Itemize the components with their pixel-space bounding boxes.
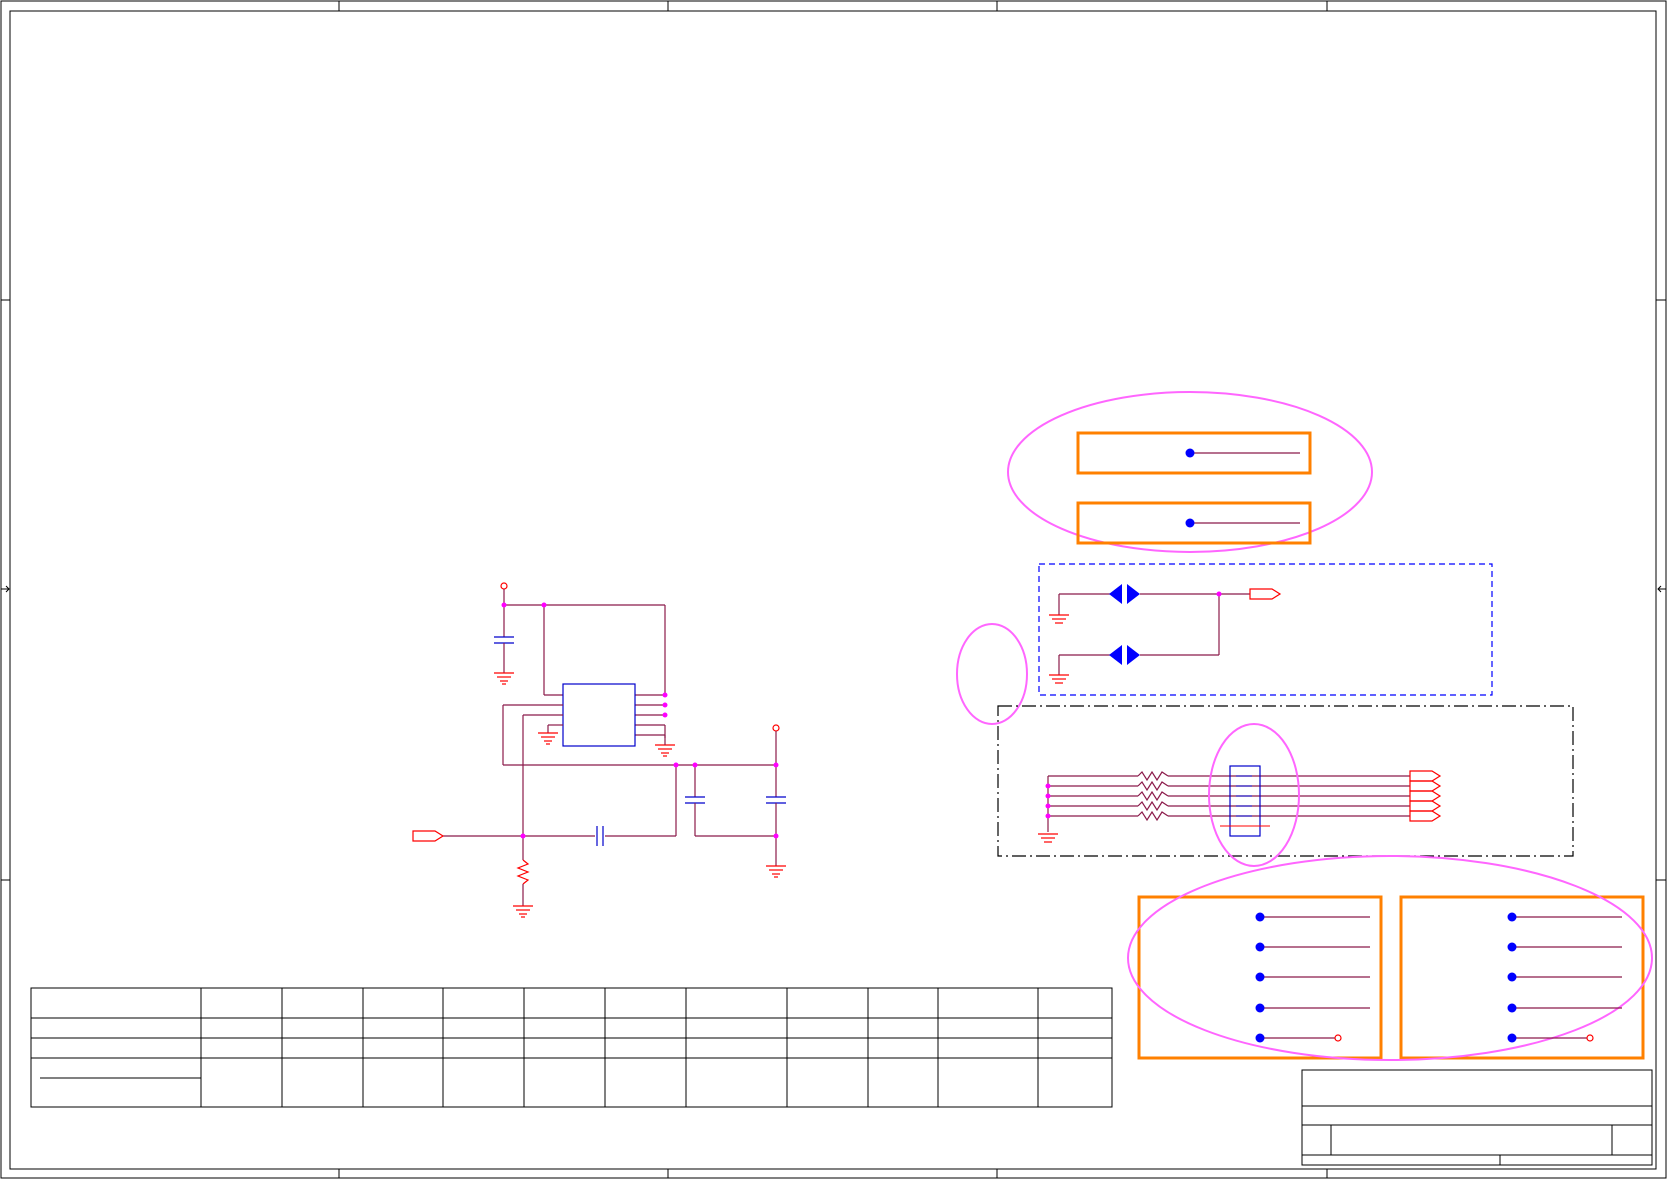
schematic-canvas (0, 0, 1667, 1179)
test-point-icon (1255, 1003, 1265, 1013)
test-point-group-top (1007, 391, 1373, 553)
ground-icon (1049, 674, 1069, 684)
ground-icon (766, 865, 786, 878)
test-point-icon (1255, 972, 1265, 982)
tvs-diode-pair-icon (1109, 645, 1140, 665)
test-point-icon (1507, 1033, 1517, 1043)
ic-chip-icon (562, 683, 636, 747)
tvs-diode-pair-icon (1109, 584, 1140, 604)
ground-icon (494, 672, 514, 685)
test-point-icon (1185, 448, 1195, 458)
offsheet-port-icon (1249, 588, 1282, 600)
highlight-ellipse (956, 623, 1028, 725)
resistor-array-icon (1137, 770, 1169, 822)
resistor-icon (516, 859, 530, 885)
junction-dots-left (501, 602, 779, 839)
parts-table (30, 987, 1113, 1108)
test-point-icon (1255, 912, 1265, 922)
test-point-icon (1507, 1003, 1517, 1013)
capacitor-icon (596, 826, 604, 846)
offsheet-port-icon (412, 830, 445, 842)
test-point-icon (1507, 972, 1517, 982)
test-point-icon (1255, 942, 1265, 952)
sheet-frame (0, 0, 1667, 1179)
schematic-sheet (0, 0, 1667, 1179)
offsheet-port-icon (1409, 770, 1442, 822)
test-point-icon (1185, 518, 1195, 528)
ground-icon (538, 732, 558, 745)
capacitor-icon (685, 796, 705, 804)
ground-icon (655, 744, 675, 757)
ground-icon (513, 905, 533, 918)
ic-power-circuit (412, 582, 786, 918)
power-port-icon (500, 582, 508, 590)
ground-icon (1038, 833, 1058, 843)
capacitor-icon (766, 796, 786, 804)
test-point-group-bottom (1127, 855, 1653, 1061)
power-port-icon (772, 724, 780, 732)
title-block (1301, 1069, 1653, 1166)
test-point-icon (1507, 912, 1517, 922)
test-point-icon (1255, 1033, 1265, 1043)
capacitor-icon (494, 636, 514, 644)
ground-icon (1049, 614, 1069, 624)
tvs-diode-group (1038, 563, 1493, 696)
test-point-icon (1507, 942, 1517, 952)
resistor-connector-group (997, 705, 1574, 867)
highlight-ellipse (1208, 723, 1300, 867)
